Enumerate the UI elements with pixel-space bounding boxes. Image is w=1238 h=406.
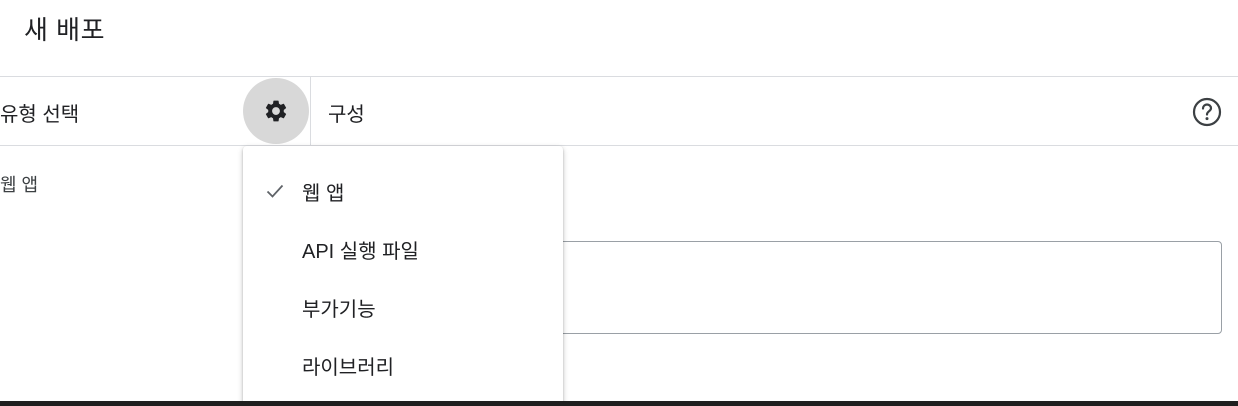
menu-item-add-on[interactable]: 부가기능 [243,278,563,336]
menu-item-label: 부가기능 [302,298,376,321]
divider-header [0,145,1238,146]
selected-type-label[interactable]: 웹 앱 [0,171,38,197]
help-button[interactable] [1191,96,1223,128]
divider-top [0,76,1238,77]
gear-icon [265,100,287,122]
menu-item-api-executable[interactable]: API 실행 파일 [243,220,563,278]
type-dropdown-menu: 웹 앱 API 실행 파일 부가기능 라이브러리 [243,146,563,406]
menu-item-label: 라이브러리 [302,356,394,379]
help-circle-icon [1192,97,1222,127]
dialog-title: 새 배포 [24,15,105,45]
new-deployment-dialog: 새 배포 유형 선택 구성 웹 앱 웹 앱 API 실행 파일 부가기능 라이브… [0,0,1238,406]
select-type-heading: 유형 선택 [0,104,80,126]
bottom-edge-bar [0,401,1238,406]
panel-divider-vertical [310,77,311,145]
menu-item-label: 웹 앱 [302,182,345,205]
menu-item-web-app[interactable]: 웹 앱 [243,162,563,220]
select-type-settings-button[interactable] [243,78,309,144]
check-icon [266,184,284,198]
configuration-heading: 구성 [328,104,365,126]
menu-item-library[interactable]: 라이브러리 [243,336,563,394]
description-input[interactable] [520,241,1222,334]
menu-item-label: API 실행 파일 [302,240,419,263]
